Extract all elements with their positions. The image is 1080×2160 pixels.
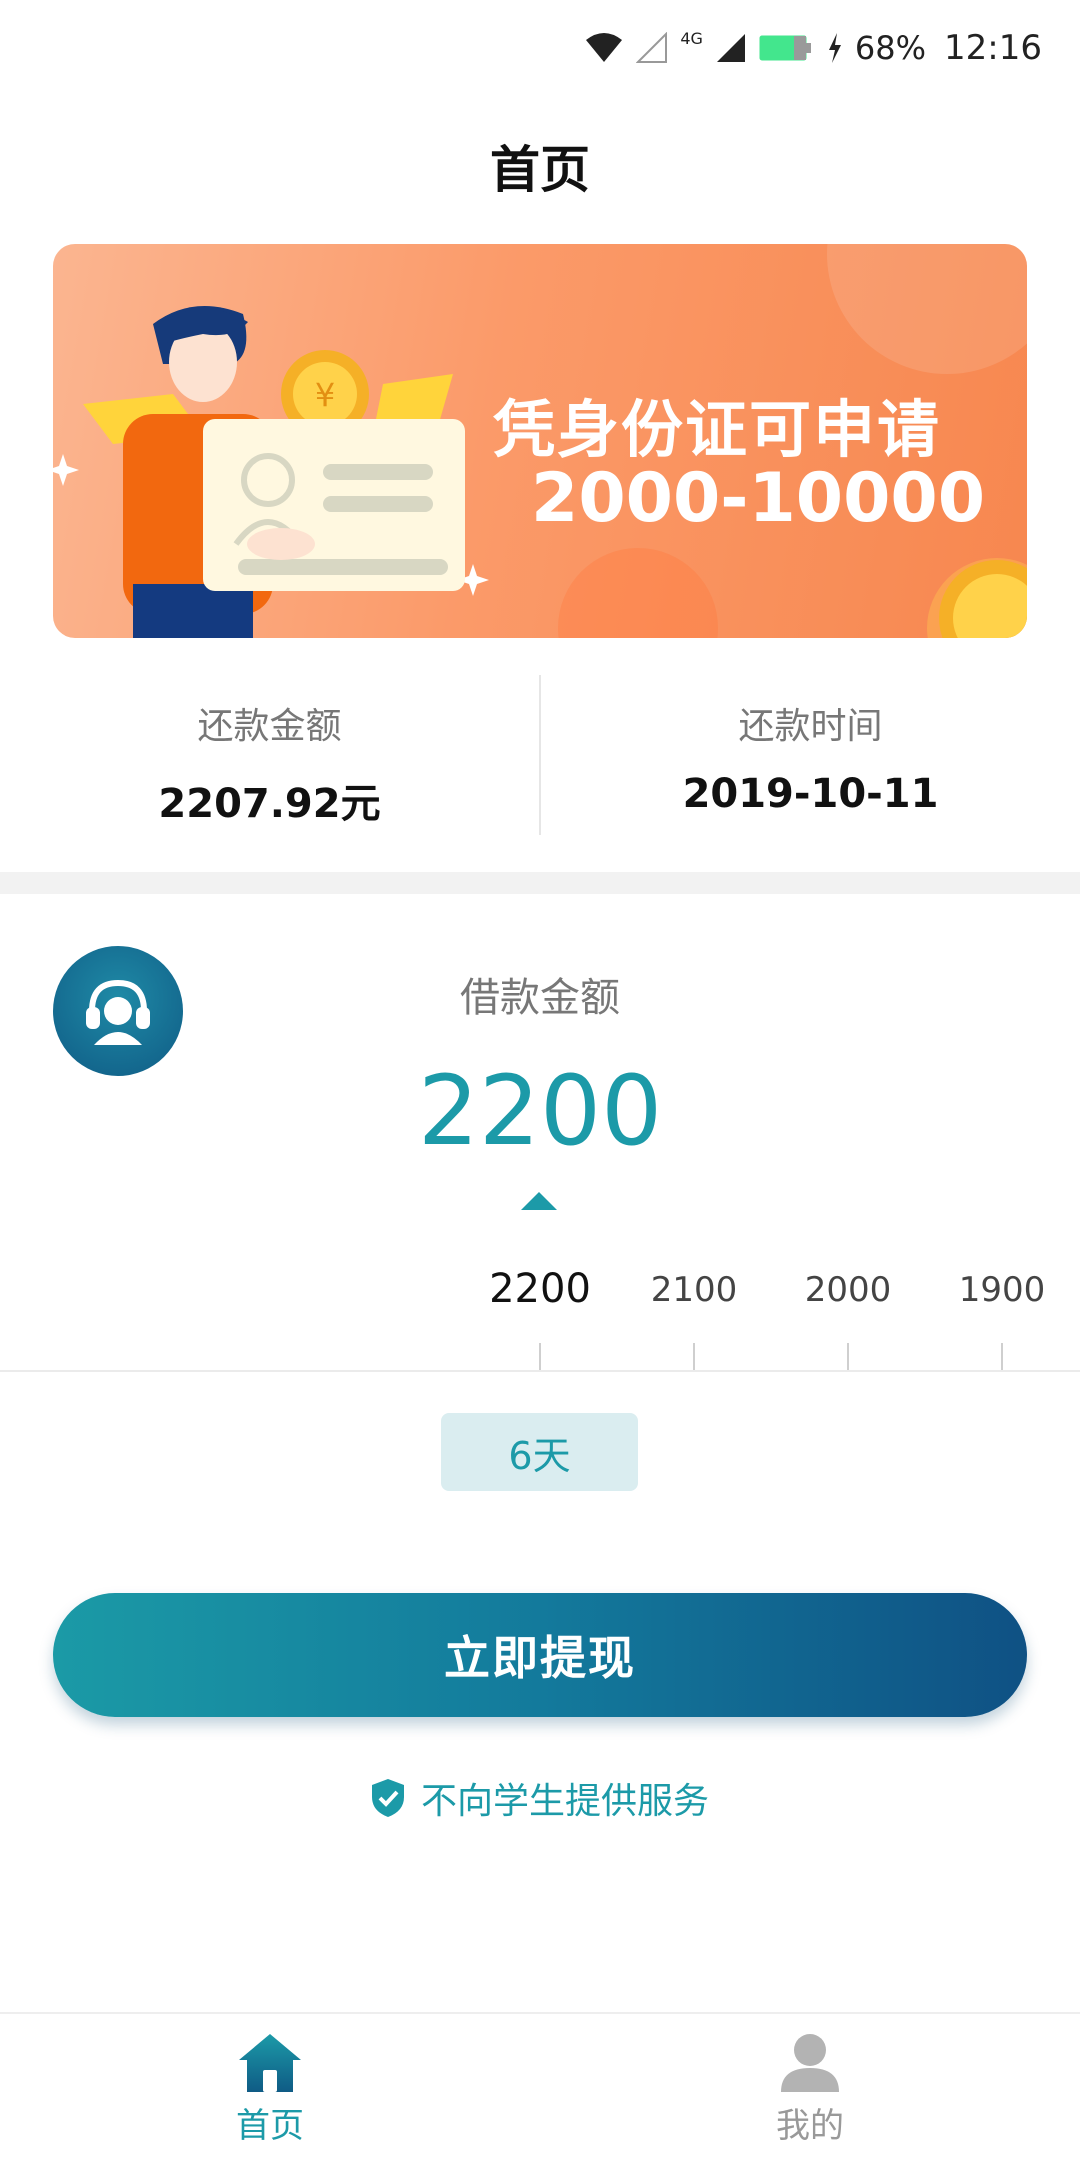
user-icon bbox=[781, 2034, 839, 2092]
ruler-option[interactable]: 2100 bbox=[614, 1270, 774, 1310]
wifi-icon bbox=[586, 33, 623, 62]
repay-date-block: 还款时间 2019-10-11 bbox=[541, 675, 1080, 835]
cell-signal-icon bbox=[716, 34, 745, 62]
ruler-option[interactable]: 2000 bbox=[768, 1270, 928, 1310]
banner-amount-range: 2000-10000 bbox=[531, 459, 986, 538]
banner-headline: 凭身份证可申请 bbox=[493, 393, 942, 466]
notice-text: 不向学生提供服务 bbox=[420, 1781, 709, 1822]
ruler-tick bbox=[693, 1343, 695, 1371]
network-type: 4G bbox=[680, 28, 703, 48]
ruler-baseline bbox=[0, 1370, 1080, 1372]
ruler-tick bbox=[847, 1343, 849, 1371]
page-title: 首页 bbox=[490, 141, 590, 199]
loan-amount-value: 2200 bbox=[417, 1055, 663, 1167]
home-icon bbox=[239, 2034, 301, 2092]
loan-term-chip[interactable]: 6天 bbox=[441, 1413, 638, 1491]
repay-date-label: 还款时间 bbox=[738, 706, 883, 747]
repayment-summary: 还款金额 2207.92元 还款时间 2019-10-11 bbox=[0, 675, 1080, 835]
status-bar: 4G 68% 12:16 bbox=[0, 0, 1080, 96]
student-notice: 不向学生提供服务 bbox=[0, 1772, 1080, 1824]
repay-date-value: 2019-10-11 bbox=[682, 771, 939, 817]
shield-check-icon bbox=[371, 1779, 404, 1817]
repay-amount-label: 还款金额 bbox=[197, 706, 342, 747]
ruler-tick bbox=[539, 1343, 541, 1371]
coin-corner-illustration bbox=[939, 560, 1027, 638]
ruler-option[interactable]: 2200 bbox=[460, 1266, 620, 1312]
section-divider bbox=[0, 872, 1080, 894]
battery-level: 68% bbox=[854, 29, 927, 67]
promo-banner[interactable]: ¥ 凭身份证可申请 2000-10000 bbox=[53, 244, 1027, 638]
ruler-pointer-icon bbox=[521, 1192, 557, 1210]
repay-amount-value: 2207.92元 bbox=[158, 781, 381, 827]
clock: 12:16 bbox=[944, 28, 1042, 68]
ruler-option[interactable]: 1900 bbox=[922, 1270, 1080, 1310]
screen: 4G 68% 12:16 首页 ¥ 凭身份证可申请 2000-10000 还款金… bbox=[0, 0, 1080, 2160]
loan-amount-label: 借款金额 bbox=[460, 975, 620, 1021]
ruler-tick bbox=[1001, 1343, 1003, 1371]
nav-label-mine: 我的 bbox=[776, 2106, 844, 2146]
nav-item-home[interactable]: 首页 bbox=[0, 2014, 540, 2160]
nav-item-mine[interactable]: 我的 bbox=[540, 2014, 1080, 2160]
sim-signal-empty-icon bbox=[636, 32, 668, 63]
withdraw-button[interactable]: 立即提现 bbox=[53, 1593, 1027, 1717]
svg-text:¥: ¥ bbox=[315, 376, 335, 414]
battery-charging-icon bbox=[759, 35, 811, 61]
repay-amount-block: 还款金额 2207.92元 bbox=[0, 675, 539, 835]
bottom-nav: 首页 我的 bbox=[0, 2012, 1080, 2160]
charging-bolt-icon bbox=[828, 33, 841, 63]
person-with-id-card-illustration: ¥ bbox=[53, 306, 489, 638]
nav-label-home: 首页 bbox=[236, 2106, 304, 2146]
